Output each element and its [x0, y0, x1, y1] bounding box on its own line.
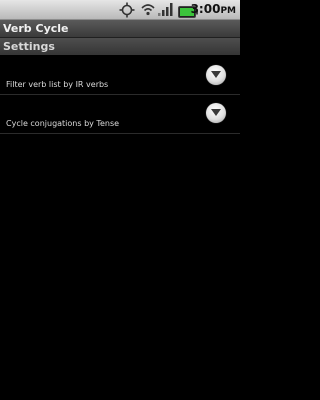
gps-icon	[119, 2, 135, 22]
app-title: Verb Cycle	[3, 22, 69, 35]
setting-row-cycle-by-tense[interactable]: Cycle conjugations by Tense	[0, 95, 240, 134]
time-suffix: PM	[220, 6, 236, 16]
settings-section-header: Settings	[0, 38, 240, 55]
wifi-icon	[140, 2, 156, 21]
section-title: Settings	[3, 40, 55, 53]
setting-label: Cycle conjugations by Tense	[6, 119, 120, 128]
setting-row-filter-ir-verbs[interactable]: Filter verb list by IR verbs	[0, 56, 240, 95]
status-time: 3:00PM	[191, 2, 236, 16]
signal-icon	[158, 2, 174, 21]
setting-label: Filter verb list by IR verbs	[6, 80, 109, 89]
chevron-down-icon[interactable]	[206, 65, 226, 85]
time-value: 3:00	[190, 2, 221, 16]
status-bar: 3:00PM	[0, 0, 240, 20]
chevron-down-icon[interactable]	[206, 103, 226, 123]
app-title-bar: Verb Cycle	[0, 20, 240, 38]
